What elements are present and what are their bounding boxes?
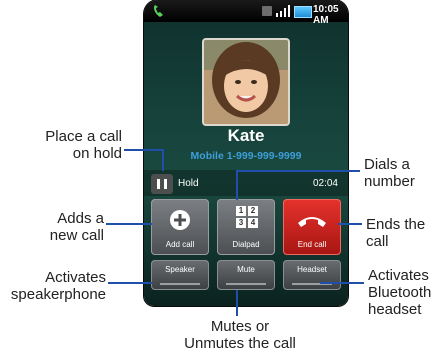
mute-label: Mute (237, 265, 255, 274)
callout-speaker-line1: Activates (45, 269, 106, 286)
mute-indicator (226, 283, 266, 285)
sim-icon (262, 6, 272, 16)
callout-mute-line2: Unmutes the call (184, 335, 296, 352)
clock-time: 10:05 AM (313, 4, 339, 26)
speaker-button[interactable]: Speaker (151, 260, 209, 290)
leader-hold-h (124, 149, 164, 151)
callout-add-call-line1: Adds a (57, 210, 104, 227)
leader-add-call (106, 223, 152, 225)
dialpad-key: 2 (248, 206, 258, 216)
call-status-icon (154, 5, 163, 17)
pause-icon-bar (164, 179, 167, 189)
dialpad-key: 4 (248, 218, 258, 228)
callout-mute-line1: Mutes or (210, 318, 270, 335)
battery-icon (294, 6, 312, 18)
end-call-label: End call (297, 240, 327, 249)
dialpad-key: 3 (236, 218, 246, 228)
leader-speaker (108, 282, 152, 284)
leader-dialpad-h (236, 170, 360, 172)
hang-up-icon (298, 217, 326, 227)
dialpad-label: Dialpad (232, 240, 260, 249)
add-call-button[interactable]: Add call (151, 199, 209, 255)
callout-hold: Place a call on hold (4, 128, 122, 162)
dialpad-button[interactable]: 1 2 3 4 Dialpad (217, 199, 275, 255)
call-timer: 02:04 (312, 178, 338, 189)
signal-icon (276, 5, 290, 17)
callout-dialpad: Dials a number (364, 156, 436, 190)
dialpad-icon: 1 2 3 4 (236, 206, 258, 228)
mute-button[interactable]: Mute (217, 260, 275, 290)
pause-icon (157, 179, 160, 189)
leader-headset (320, 282, 364, 284)
hold-label: Hold (178, 178, 199, 189)
callout-headset: Activates Bluetooth headset (368, 267, 436, 318)
callout-add-call-line2: new call (49, 227, 104, 244)
callout-headset-line3: headset (368, 301, 422, 318)
headset-label: Headset (297, 265, 327, 274)
dialpad-key: 1 (236, 206, 246, 216)
end-call-button[interactable]: End call (283, 199, 341, 255)
hold-button[interactable] (151, 174, 173, 194)
leader-end-call (338, 223, 362, 225)
callout-mute: Mutes or Unmutes the call (160, 318, 320, 352)
contact-number: Mobile 1-999-999-9999 (190, 150, 302, 162)
callout-add-call: Adds a new call (4, 210, 104, 244)
callout-hold-line1: Place a call (45, 128, 122, 145)
callout-end-call: Ends the call (366, 216, 436, 250)
callout-dialpad-line2: number (364, 173, 415, 190)
callout-end-call-line1: Ends the (366, 216, 426, 233)
status-bar: 10:05 AM (144, 0, 348, 26)
callout-headset-line2: Bluetooth (368, 284, 432, 301)
speaker-indicator (160, 283, 200, 285)
callout-hold-line2: on hold (72, 145, 122, 162)
speaker-label: Speaker (165, 265, 195, 274)
add-call-label: Add call (165, 240, 195, 249)
callout-headset-line1: Activates (368, 267, 429, 284)
leader-mute (236, 290, 238, 316)
headset-button[interactable]: Headset (283, 260, 341, 290)
leader-hold-v (162, 149, 164, 171)
callout-end-call-line2: call (366, 233, 389, 250)
leader-dialpad-v (236, 170, 238, 200)
contact-photo (204, 40, 288, 124)
phone-call-screen: 10:05 AM Kate Mobile 1-999-999-9999 Hold… (144, 0, 348, 306)
callout-dialpad-line1: Dials a (364, 156, 410, 173)
callout-speaker: Activates speakerphone (2, 269, 106, 303)
contact-name: Kate (227, 126, 265, 145)
plus-icon (170, 210, 190, 230)
callout-speaker-line2: speakerphone (10, 286, 106, 303)
